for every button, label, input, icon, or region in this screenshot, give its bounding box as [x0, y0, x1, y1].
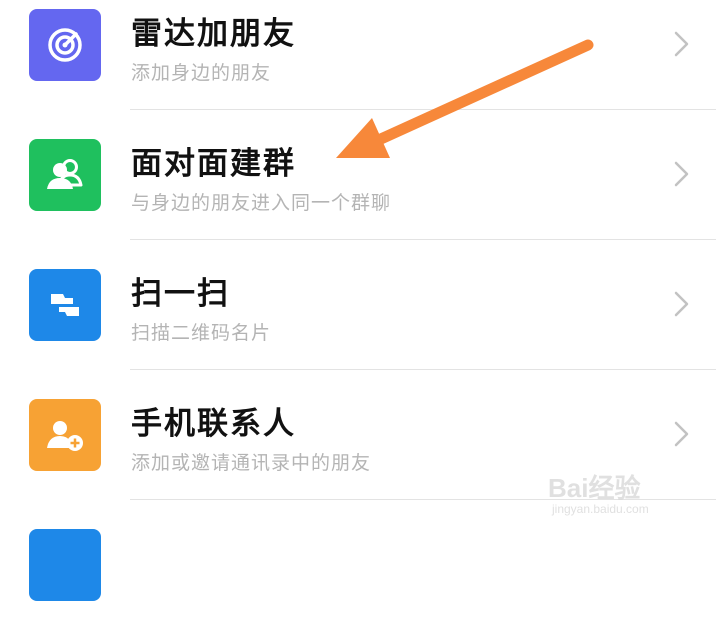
item-subtitle: 添加或邀请通讯录中的朋友: [131, 452, 372, 474]
chevron-right-icon: [674, 31, 689, 57]
list-item-scan[interactable]: 扫一扫 扫描二维码名片: [0, 240, 716, 370]
item-title: 面对面建群: [131, 146, 296, 182]
chevron-right-icon: [674, 421, 689, 447]
chevron-right-icon: [674, 291, 689, 317]
watermark-logo: Bai经验: [548, 473, 641, 503]
radar-icon: [29, 9, 101, 81]
item-title: 扫一扫: [131, 276, 230, 312]
list-item-face-to-face-group[interactable]: 面对面建群 与身边的朋友进入同一个群聊: [0, 110, 716, 240]
group-icon: [29, 139, 101, 211]
item-title: 雷达加朋友: [131, 16, 296, 52]
chevron-right-icon: [674, 161, 689, 187]
watermark-url: jingyan.baidu.com: [552, 502, 649, 516]
item-title: 手机联系人: [131, 406, 296, 442]
item-subtitle: 添加身边的朋友: [131, 62, 272, 84]
add-contact-icon: [29, 399, 101, 471]
item-subtitle: 扫描二维码名片: [131, 322, 272, 344]
baidu-watermark: Bai经验 jingyan.baidu.com: [548, 458, 698, 520]
scan-icon: [29, 269, 101, 341]
partial-icon: [29, 529, 101, 601]
item-subtitle: 与身边的朋友进入同一个群聊: [131, 192, 392, 214]
